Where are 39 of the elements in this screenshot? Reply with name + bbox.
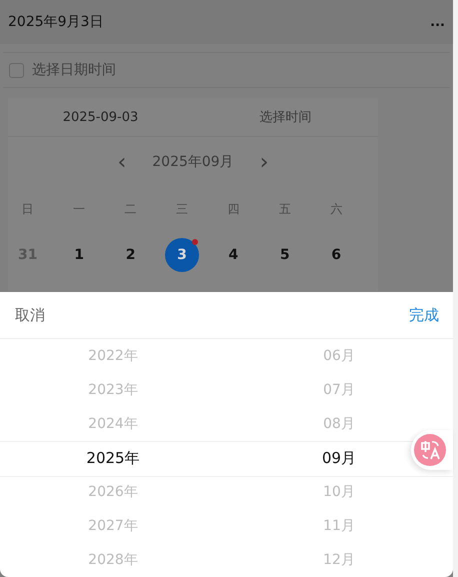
tab[interactable]: 2025-09-03 [8, 98, 193, 136]
weekday-label: 三 [174, 201, 189, 218]
weekday-label: 日 [20, 201, 35, 218]
picker-option[interactable]: 08月 [323, 407, 355, 441]
picker-option[interactable]: 07月 [323, 373, 355, 407]
done-button[interactable]: 完成 [409, 306, 439, 324]
day-button[interactable]: 4 [216, 238, 250, 272]
month-label: 2025年09月 [152, 153, 234, 171]
picker-option[interactable]: 2023年 [88, 373, 138, 407]
checkbox[interactable] [9, 62, 24, 78]
day-button[interactable]: 3 [164, 238, 199, 272]
weekday-label: 二 [124, 201, 138, 218]
next-month-button[interactable]: › [256, 150, 273, 174]
more-menu[interactable]: ... [430, 14, 445, 30]
picker-option[interactable]: 2026年 [88, 475, 138, 509]
day-button[interactable]: 1 [62, 238, 96, 272]
day-button[interactable]: 6 [319, 238, 354, 272]
prev-month-button[interactable]: ‹ [113, 150, 130, 174]
picker-option[interactable]: 2024年 [88, 407, 138, 441]
picker-option[interactable]: 2022年 [88, 339, 138, 373]
picker-option[interactable]: 2027年 [88, 509, 138, 543]
weekday-label: 四 [226, 201, 240, 218]
day-button[interactable]: 2 [114, 238, 148, 272]
weekday-label: 五 [278, 201, 292, 218]
field-label: 选择日期时间 [32, 61, 116, 79]
weekday-label: 一 [72, 201, 86, 218]
picker-option[interactable]: 11月 [323, 509, 355, 543]
cancel-button[interactable]: 取消 [15, 306, 45, 324]
translate-icon[interactable] [414, 434, 446, 466]
picker-option[interactable]: 2028年 [88, 543, 138, 577]
weekday-label: 六 [329, 201, 344, 218]
tab[interactable]: 选择时间 [193, 98, 378, 136]
picker-option[interactable]: 09月 [322, 441, 356, 475]
picker-option[interactable]: 10月 [323, 475, 355, 509]
page-title: 2025年9月3日 [8, 13, 104, 31]
picker-option[interactable]: 2025年 [86, 441, 140, 475]
day-button[interactable]: 5 [268, 238, 302, 272]
picker-option[interactable]: 06月 [323, 339, 355, 373]
picker-option[interactable]: 12月 [323, 543, 355, 577]
